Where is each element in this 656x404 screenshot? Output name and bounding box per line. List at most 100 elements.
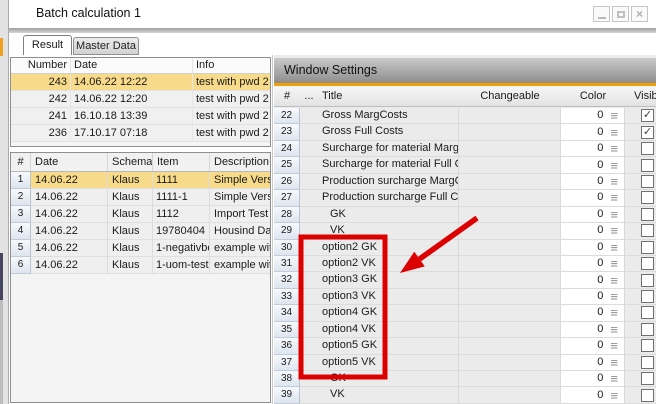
- cell-color[interactable]: 0≡: [561, 174, 625, 189]
- row-indicator[interactable]: 27: [274, 190, 300, 206]
- row-indicator[interactable]: 2: [11, 189, 31, 206]
- color-menu-icon[interactable]: ≡: [610, 389, 618, 402]
- visible-checkbox[interactable]: [641, 159, 654, 172]
- cell-color[interactable]: 0≡: [561, 355, 625, 370]
- cell-changeable[interactable]: [459, 322, 561, 337]
- row-indicator[interactable]: 30: [274, 240, 300, 256]
- window-settings-row[interactable]: 25Surcharge for material Full Costs0≡: [274, 157, 656, 173]
- cell-changeable[interactable]: [459, 223, 561, 238]
- color-menu-icon[interactable]: ≡: [610, 126, 618, 139]
- cell-changeable[interactable]: [459, 108, 561, 123]
- cell-changeable[interactable]: [459, 371, 561, 386]
- items-row[interactable]: 414.06.22Klaus19780404Housind Damp: [11, 223, 270, 240]
- row-indicator[interactable]: 23: [274, 124, 300, 140]
- results-row[interactable]: 24116.10.18 13:39test with pwd 2: [11, 108, 270, 125]
- cell-changeable[interactable]: [459, 272, 561, 287]
- cell-color[interactable]: 0≡: [561, 190, 625, 205]
- color-menu-icon[interactable]: ≡: [610, 208, 618, 221]
- cell-color[interactable]: 0≡: [561, 223, 625, 238]
- window-settings-row[interactable]: 27Production surcharge Full Costs0≡: [274, 190, 656, 206]
- cell-color[interactable]: 0≡: [561, 371, 625, 386]
- color-menu-icon[interactable]: ≡: [610, 323, 618, 336]
- cell-changeable[interactable]: [459, 305, 561, 320]
- row-indicator[interactable]: 24: [274, 141, 300, 157]
- visible-checkbox[interactable]: [641, 356, 654, 369]
- results-row[interactable]: 24314.06.22 12:22test with pwd 2: [11, 74, 270, 91]
- visible-checkbox[interactable]: [641, 372, 654, 385]
- cell-color[interactable]: 0≡: [561, 240, 625, 255]
- column-header-color[interactable]: Color: [561, 86, 625, 106]
- color-menu-icon[interactable]: ≡: [610, 241, 618, 254]
- items-row[interactable]: 514.06.22Klaus1-negativbcexample with: [11, 240, 270, 257]
- column-header-visible[interactable]: Visible: [625, 86, 656, 106]
- cell-changeable[interactable]: [459, 124, 561, 139]
- cell-changeable[interactable]: [459, 387, 561, 402]
- window-settings-row[interactable]: 26Production surcharge MargCosts0≡: [274, 174, 656, 190]
- row-indicator[interactable]: 35: [274, 322, 300, 338]
- row-indicator[interactable]: 32: [274, 272, 300, 288]
- visible-checkbox[interactable]: [641, 257, 654, 270]
- cell-color[interactable]: 0≡: [561, 141, 625, 156]
- color-menu-icon[interactable]: ≡: [610, 257, 618, 270]
- cell-changeable[interactable]: [459, 338, 561, 353]
- window-settings-row[interactable]: 28GK0≡: [274, 207, 656, 223]
- close-button[interactable]: ×: [631, 6, 648, 22]
- row-indicator[interactable]: 39: [274, 387, 300, 403]
- cell-changeable[interactable]: [459, 157, 561, 172]
- column-header-description[interactable]: Description: [210, 153, 270, 171]
- window-settings-row[interactable]: 24Surcharge for material MargCosts0≡: [274, 141, 656, 157]
- window-settings-row[interactable]: 22Gross MargCosts0≡✓: [274, 108, 656, 124]
- items-row[interactable]: 214.06.22Klaus1111-1Simple Version: [11, 189, 270, 206]
- tab-master-data[interactable]: Master Data: [73, 37, 139, 55]
- row-indicator[interactable]: 38: [274, 371, 300, 387]
- visible-checkbox[interactable]: [641, 290, 654, 303]
- row-indicator[interactable]: 3: [11, 206, 31, 223]
- color-menu-icon[interactable]: ≡: [610, 159, 618, 172]
- row-indicator[interactable]: 37: [274, 355, 300, 371]
- color-menu-icon[interactable]: ≡: [610, 191, 618, 204]
- visible-checkbox[interactable]: ✓: [641, 126, 654, 139]
- window-settings-row[interactable]: 23Gross Full Costs0≡✓: [274, 124, 656, 140]
- cell-color[interactable]: 0≡: [561, 338, 625, 353]
- window-settings-row[interactable]: 32option3 GK0≡: [274, 272, 656, 288]
- window-settings-row[interactable]: 34option4 GK0≡: [274, 305, 656, 321]
- color-menu-icon[interactable]: ≡: [610, 224, 618, 237]
- color-menu-icon[interactable]: ≡: [610, 175, 618, 188]
- column-header-item[interactable]: Item: [153, 153, 210, 171]
- minimize-button[interactable]: [593, 6, 610, 22]
- window-settings-row[interactable]: 30option2 GK0≡: [274, 240, 656, 256]
- row-indicator[interactable]: 29: [274, 223, 300, 239]
- row-indicator[interactable]: 34: [274, 305, 300, 321]
- row-indicator[interactable]: 33: [274, 289, 300, 305]
- cell-color[interactable]: 0≡: [561, 157, 625, 172]
- column-header-rownum[interactable]: #: [11, 153, 31, 171]
- column-header-date[interactable]: Date: [31, 153, 108, 171]
- cell-color[interactable]: 0≡: [561, 108, 625, 123]
- color-menu-icon[interactable]: ≡: [610, 290, 618, 303]
- cell-changeable[interactable]: [459, 174, 561, 189]
- row-indicator[interactable]: 25: [274, 157, 300, 173]
- column-header-num[interactable]: #: [274, 86, 300, 106]
- visible-checkbox[interactable]: [641, 306, 654, 319]
- visible-checkbox[interactable]: [641, 191, 654, 204]
- results-row[interactable]: 24214.06.22 12:20test with pwd 2: [11, 91, 270, 108]
- row-indicator[interactable]: 22: [274, 108, 300, 124]
- column-header-date[interactable]: Date: [71, 58, 193, 73]
- items-row[interactable]: 314.06.22Klaus1112Import Test: [11, 206, 270, 223]
- cell-changeable[interactable]: [459, 240, 561, 255]
- row-indicator[interactable]: 31: [274, 256, 300, 272]
- window-settings-row[interactable]: 36option5 GK0≡: [274, 338, 656, 354]
- row-indicator[interactable]: 1: [11, 172, 31, 189]
- window-settings-row[interactable]: 31option2 VK0≡: [274, 256, 656, 272]
- window-settings-row[interactable]: 35option4 VK0≡: [274, 322, 656, 338]
- column-header-changeable[interactable]: Changeable: [459, 86, 561, 106]
- visible-checkbox[interactable]: [641, 241, 654, 254]
- window-settings-row[interactable]: 37option5 VK0≡: [274, 355, 656, 371]
- visible-checkbox[interactable]: ✓: [641, 109, 654, 122]
- color-menu-icon[interactable]: ≡: [610, 142, 618, 155]
- color-menu-icon[interactable]: ≡: [610, 274, 618, 287]
- cell-color[interactable]: 0≡: [561, 305, 625, 320]
- color-menu-icon[interactable]: ≡: [610, 339, 618, 352]
- cell-changeable[interactable]: [459, 289, 561, 304]
- cell-color[interactable]: 0≡: [561, 124, 625, 139]
